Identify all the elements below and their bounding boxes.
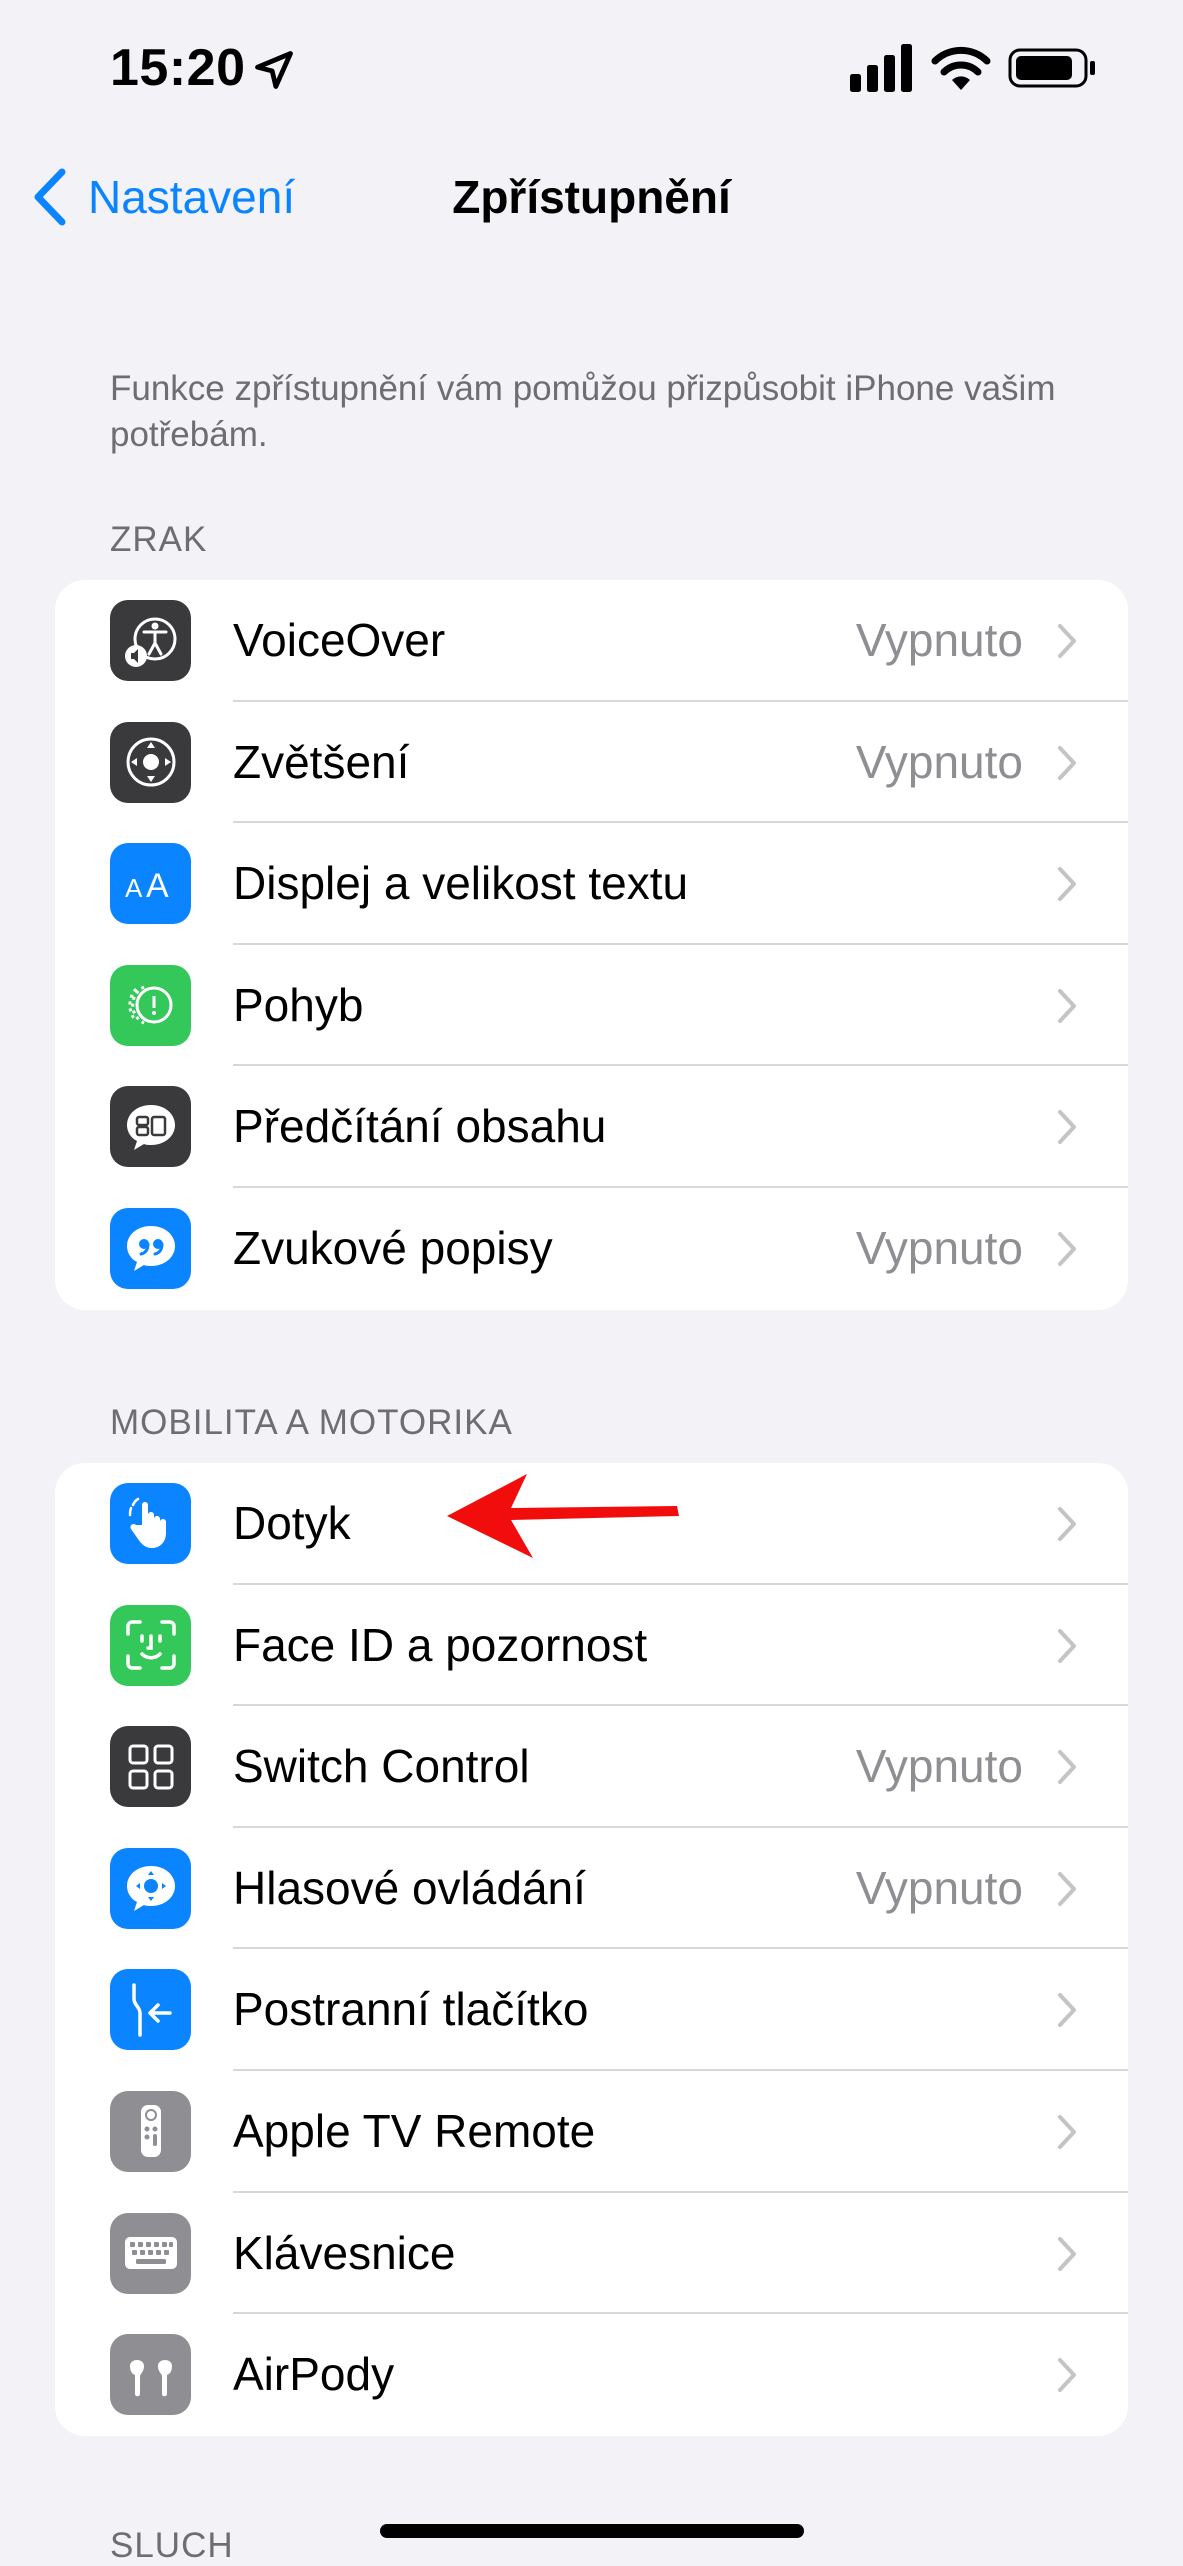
chevron-right-icon xyxy=(1058,745,1076,780)
row-side-button[interactable]: Postranní tlačítko xyxy=(55,1949,1128,2071)
row-apple-tv-remote[interactable]: Apple TV Remote xyxy=(55,2071,1128,2193)
location-arrow-icon xyxy=(255,51,293,89)
chevron-right-icon xyxy=(1058,1110,1076,1145)
row-label: Switch Control xyxy=(233,1740,530,1793)
battery-icon xyxy=(1008,48,1095,88)
row-value: Vypnuto xyxy=(855,1861,1023,1914)
row-label: Face ID a pozornost xyxy=(233,1618,648,1671)
cellular-signal-icon xyxy=(850,44,912,92)
audio-descriptions-icon xyxy=(126,1226,175,1272)
chevron-right-icon xyxy=(1058,2236,1076,2271)
chevron-right-icon xyxy=(1058,1993,1076,2028)
vision-group: VoiceOver Vypnuto Zvětšení Vypnuto A A D… xyxy=(55,580,1128,1310)
row-label: Předčítání obsahu xyxy=(233,1100,607,1153)
airpods-icon xyxy=(129,2359,172,2396)
row-label: AirPody xyxy=(233,2348,395,2401)
svg-text:A: A xyxy=(125,873,143,903)
chevron-right-icon xyxy=(1058,1507,1076,1541)
chevron-right-icon xyxy=(1058,624,1076,658)
spoken-content-icon xyxy=(126,1104,175,1150)
row-value: Vypnuto xyxy=(855,1221,1023,1274)
chevron-right-icon xyxy=(1058,1231,1076,1266)
apple-tv-remote-icon xyxy=(140,2105,161,2158)
row-label: VoiceOver xyxy=(233,614,446,666)
section-header-vision: ZRAK xyxy=(110,520,208,559)
voice-control-icon xyxy=(126,1866,175,1912)
side-button-icon xyxy=(131,1983,172,2037)
row-voiceover[interactable]: VoiceOver Vypnuto xyxy=(55,580,1128,702)
home-indicator[interactable] xyxy=(380,2524,804,2538)
intro-text: Funkce zpřístupnění vám pomůžou přizpůso… xyxy=(110,369,1056,454)
chevron-right-icon xyxy=(1058,1750,1076,1785)
row-label: Pohyb xyxy=(233,978,364,1031)
section-header-hearing: SLUCH xyxy=(110,2526,234,2565)
row-label: Postranní tlačítko xyxy=(233,1983,589,2036)
switch-control-icon xyxy=(128,1744,173,1790)
status-bar: 15:20 xyxy=(0,0,1183,140)
navigation-bar: Nastavení Zpřístupnění xyxy=(0,140,1183,250)
red-arrow-annotation xyxy=(447,1474,679,1558)
row-keyboard[interactable]: Klávesnice xyxy=(55,2193,1128,2315)
row-label: Klávesnice xyxy=(233,2226,456,2279)
wifi-icon xyxy=(931,46,991,90)
section-header-mobility: MOBILITA A MOTORIKA xyxy=(110,1403,513,1442)
chevron-right-icon xyxy=(1058,2358,1076,2393)
row-label: Displej a velikost textu xyxy=(233,857,689,910)
row-value: Vypnuto xyxy=(855,1740,1023,1793)
chevron-right-icon xyxy=(1058,1628,1076,1663)
chevron-right-icon xyxy=(1058,2114,1076,2149)
page-title: Zpřístupnění xyxy=(452,171,731,223)
chevron-right-icon xyxy=(1058,1871,1076,1906)
row-face-id-attention[interactable]: Face ID a pozornost xyxy=(55,1585,1128,1707)
row-motion[interactable]: Pohyb xyxy=(55,945,1128,1067)
face-id-icon xyxy=(125,1620,176,1670)
keyboard-icon xyxy=(124,2237,177,2270)
row-switch-control[interactable]: Switch Control Vypnuto xyxy=(55,1706,1128,1828)
mobility-group: Dotyk Face ID a pozornost Switch Control… xyxy=(55,1463,1128,2436)
row-value: Vypnuto xyxy=(855,735,1023,788)
text-size-icon: A A xyxy=(125,867,169,905)
row-audio-descriptions[interactable]: Zvukové popisy Vypnuto xyxy=(55,1188,1128,1310)
row-label: Apple TV Remote xyxy=(233,2104,596,2157)
row-label: Zvětšení xyxy=(233,735,410,788)
row-voice-control[interactable]: Hlasové ovládání Vypnuto xyxy=(55,1828,1128,1950)
row-display-text-size[interactable]: A A Displej a velikost textu xyxy=(55,823,1128,945)
voiceover-icon xyxy=(124,617,176,667)
chevron-right-icon xyxy=(1058,988,1076,1023)
touch-hand-icon xyxy=(128,1497,166,1548)
row-value: Vypnuto xyxy=(855,614,1023,666)
status-time: 15:20 xyxy=(110,39,246,97)
row-label: Zvukové popisy xyxy=(233,1221,553,1274)
row-zoom[interactable]: Zvětšení Vypnuto xyxy=(55,702,1128,824)
motion-icon xyxy=(127,985,172,1025)
row-label: Hlasové ovládání xyxy=(233,1861,586,1914)
zoom-icon xyxy=(126,737,175,787)
row-spoken-content[interactable]: Předčítání obsahu xyxy=(55,1066,1128,1188)
svg-text:A: A xyxy=(146,867,169,905)
chevron-right-icon xyxy=(1058,867,1076,902)
row-airpods[interactable]: AirPody xyxy=(55,2314,1128,2436)
row-label: Dotyk xyxy=(233,1497,351,1549)
